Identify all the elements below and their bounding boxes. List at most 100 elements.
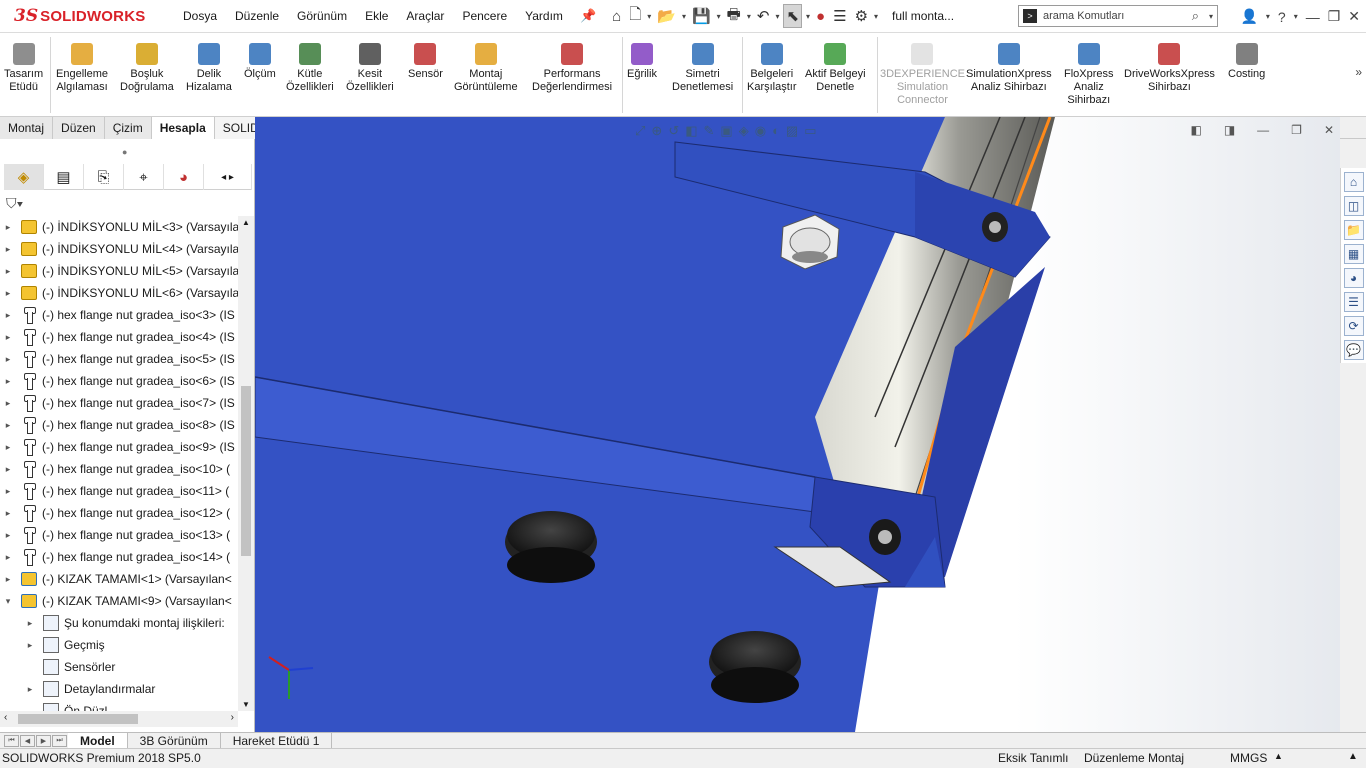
tree-row[interactable]: Sensörler [0,656,238,678]
search-input[interactable]: arama Komutları [1043,10,1124,22]
tree-row[interactable]: ▸ (-) hex flange nut gradea_iso<9> (IS [0,436,238,458]
tree-row[interactable]: ▸ (-) hex flange nut gradea_iso<8> (IS [0,414,238,436]
ribbon-button-simulationxpress[interactable]: SimulationXpress Analiz Sihirbazı [966,43,1052,94]
search-dropdown-icon[interactable]: ▾ [1209,12,1213,21]
new-dropdown-icon[interactable]: ▾ [647,12,651,21]
expand-arrow-icon[interactable]: ▸ [0,288,16,299]
user-dropdown-icon[interactable]: ▾ [1266,12,1270,21]
ribbon-button-measure[interactable]: Ölçüm [244,43,276,81]
tree-row[interactable]: ▸ (-) hex flange nut gradea_iso<10> ( [0,458,238,480]
user-icon[interactable]: 👤 [1240,8,1257,25]
panel-grip-icon[interactable]: ● [122,147,127,157]
ribbon-button-costing[interactable]: Costing [1228,43,1265,81]
expand-arrow-icon[interactable]: ▸ [22,684,38,695]
ribbon-button-sensor[interactable]: Sensör [408,43,443,81]
close-icon[interactable]: ✕ [1348,8,1360,25]
ribbon-button-section-properties[interactable]: Kesit Özellikleri [346,43,394,94]
save-icon[interactable]: 💾 [690,4,713,28]
tree-row[interactable]: ▸ (-) hex flange nut gradea_iso<5> (IS [0,348,238,370]
tree-row[interactable]: ▸ (-) İNDİKSYONLU MİL<6> (Varsayıla [0,282,238,304]
bottom-tab-0[interactable]: Model [68,733,128,749]
ribbon-button-symmetry[interactable]: Simetri Denetlemesi [672,43,733,94]
open-icon[interactable]: 📂 [655,4,678,28]
expand-arrow-icon[interactable]: ▸ [0,530,16,541]
solidworks-forum-icon[interactable]: ⟳ [1343,316,1364,336]
chat-icon[interactable]: 💬 [1343,340,1364,360]
tree-row[interactable]: ▾ (-) KIZAK TAMAMI<9> (Varsayılan< [0,590,238,612]
tree-vertical-scrollbar[interactable]: ▲ ▼ [238,216,254,711]
expand-arrow-icon[interactable]: ▸ [0,552,16,563]
menu-item-1[interactable]: Düzenle [226,9,288,23]
previous-view-icon[interactable]: ↺ [668,123,679,139]
hide-show-icon[interactable]: ◉ [755,123,766,139]
tab-düzen[interactable]: Düzen [53,117,105,139]
undo-icon[interactable]: ↶ [755,4,772,28]
options-dropdown-icon[interactable]: ▾ [874,12,878,21]
expand-arrow-icon[interactable]: ▸ [0,310,16,321]
dynamic-annotation-icon[interactable]: ✎ [704,123,715,139]
section-view-icon[interactable]: ◧ [685,123,697,139]
apply-scene-icon[interactable]: ▨ [786,123,798,139]
rebuild-icon[interactable]: ● [814,4,827,28]
tab-çizim[interactable]: Çizim [104,117,152,139]
tab-hesapla[interactable]: Hesapla [151,117,215,139]
display-manager-tab-icon[interactable]: ◕ [164,164,204,190]
bottom-tab-1[interactable]: 3B Görünüm [128,733,221,749]
new-document-icon[interactable]: 🗋 [627,4,643,28]
expand-arrow-icon[interactable]: ▸ [0,486,16,497]
tree-row[interactable]: Ön Düzl [0,700,238,711]
menu-item-2[interactable]: Görünüm [288,9,356,23]
ribbon-button-clearance[interactable]: Boşluk Doğrulama [120,43,174,94]
tree-horizontal-scrollbar[interactable]: ‹ › [0,711,238,727]
tree-row[interactable]: ▸ (-) İNDİKSYONLU MİL<3> (Varsayıla [0,216,238,238]
scroll-left-icon[interactable]: ‹ [4,712,7,723]
tile-right-icon[interactable]: ◨ [1224,123,1235,137]
tree-row[interactable]: ▸ (-) İNDİKSYONLU MİL<5> (Varsayıla [0,260,238,282]
ribbon-button-mass-properties[interactable]: Kütle Özellikleri [286,43,334,94]
select-cursor-icon[interactable]: ⬉ [783,4,803,28]
print-icon[interactable]: 🖶 [725,4,743,28]
ribbon-button-design-study[interactable]: Tasarım Etüdü [4,43,43,94]
menu-item-5[interactable]: Pencere [453,9,516,23]
dimxpert-tab-icon[interactable]: ⌖ [124,164,164,190]
expand-arrow-icon[interactable]: ▸ [0,574,16,585]
expand-arrow-icon[interactable]: ▸ [0,332,16,343]
expand-arrow-icon[interactable]: ▸ [22,640,38,651]
tree-row[interactable]: ▸ (-) hex flange nut gradea_iso<13> ( [0,524,238,546]
expand-arrow-icon[interactable]: ▸ [0,222,16,233]
undo-dropdown-icon[interactable]: ▾ [775,12,779,21]
menu-item-3[interactable]: Ekle [356,9,397,23]
design-library-icon[interactable]: ◫ [1343,196,1364,216]
zoom-area-icon[interactable]: ⊕ [651,123,662,139]
expand-arrow-icon[interactable]: ▸ [0,508,16,519]
menu-item-4[interactable]: Araçlar [397,9,453,23]
command-search[interactable]: > arama Komutları ⌕ ▾ [1018,5,1218,27]
display-style-icon[interactable]: ◈ [739,123,749,139]
doc-close-icon[interactable]: ✕ [1324,123,1334,137]
ribbon-button-assembly-visualization[interactable]: Montaj Görüntüleme [454,43,518,94]
collapse-arrow-icon[interactable]: ▾ [0,596,16,607]
search-icon[interactable]: ⌕ [1192,8,1199,24]
status-expand-icon[interactable]: ▲ [1348,751,1358,762]
custom-properties-icon[interactable]: ☰ [1343,292,1364,312]
appearances-icon[interactable]: ◕ [1343,268,1364,288]
pin-icon[interactable]: 📌 [580,8,596,24]
next-tab-icon[interactable]: ▶ [36,735,51,747]
ribbon-button-driveworks[interactable]: DriveWorksXpress Sihirbazı [1124,43,1215,94]
view-orientation-icon[interactable]: ▣ [720,123,732,139]
tree-row[interactable]: ▸ (-) hex flange nut gradea_iso<4> (IS [0,326,238,348]
restore-icon[interactable]: ❐ [1328,8,1341,25]
file-explorer-icon[interactable]: 📁 [1343,220,1364,240]
tree-row[interactable]: ▸ Şu konumdaki montaj ilişkileri: [0,612,238,634]
print-dropdown-icon[interactable]: ▾ [747,12,751,21]
ribbon-expand-icon[interactable]: » [1355,65,1362,79]
scroll-right-icon[interactable]: › [231,712,234,723]
tree-row[interactable]: ▸ Detaylandırmalar [0,678,238,700]
scroll-down-icon[interactable]: ▼ [242,700,250,709]
model-render[interactable] [255,117,1340,732]
minimize-icon[interactable]: — [1306,9,1320,25]
tile-left-icon[interactable]: ◧ [1190,123,1201,137]
scroll-up-icon[interactable]: ▲ [242,218,250,227]
first-tab-icon[interactable]: ⏮ [4,735,19,747]
bottom-tab-2[interactable]: Hareket Etüdü 1 [221,733,333,749]
